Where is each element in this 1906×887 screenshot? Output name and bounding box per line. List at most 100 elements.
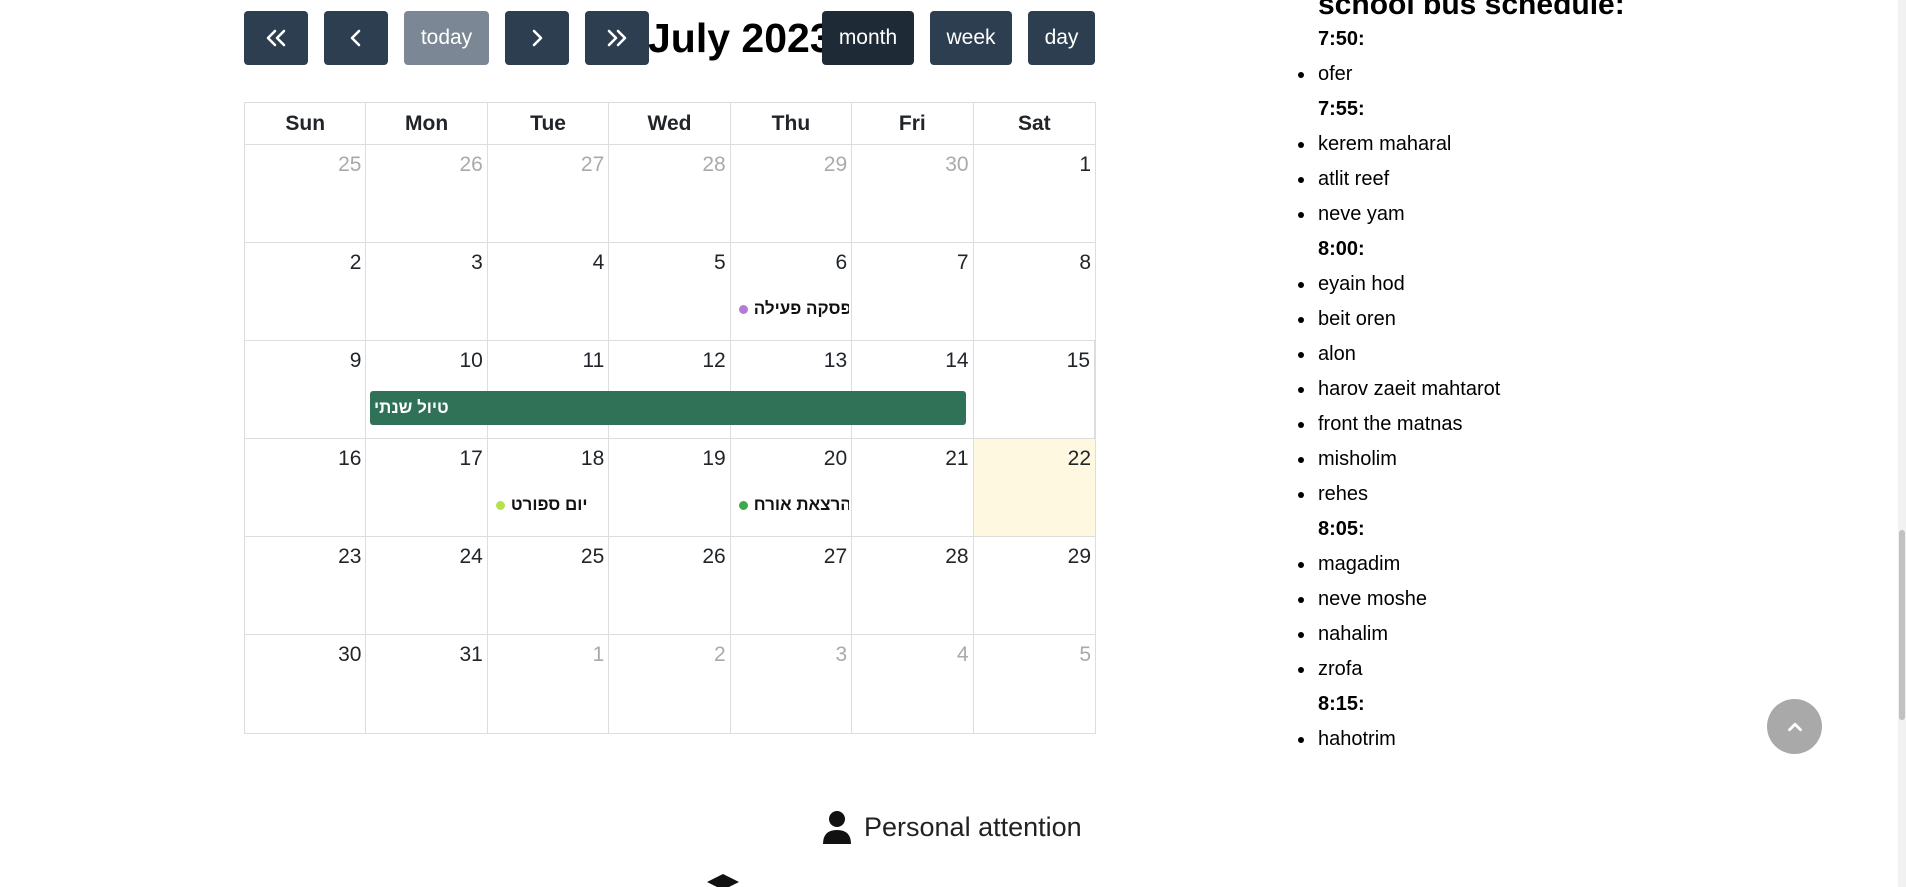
stop-item: beit oren [1298, 302, 1758, 337]
event-active-break[interactable]: הפסקה פעילה [738, 299, 849, 319]
day-cell[interactable]: 28 [609, 145, 731, 242]
day-cell[interactable]: 4 [852, 635, 974, 733]
day-number[interactable]: 16 [338, 447, 361, 471]
scrollbar-thumb[interactable] [1899, 530, 1905, 720]
month-view-button[interactable]: month [822, 11, 914, 65]
day-number[interactable]: 8 [1079, 251, 1091, 275]
day-number[interactable]: 4 [957, 643, 969, 667]
day-number[interactable]: 24 [459, 545, 482, 569]
day-number[interactable]: 19 [702, 447, 725, 471]
prev-button[interactable] [324, 11, 388, 65]
day-number[interactable]: 25 [338, 153, 361, 177]
day-number[interactable]: 4 [593, 251, 605, 275]
day-cell[interactable]: 25 [245, 145, 367, 242]
day-cell[interactable]: 25 [488, 537, 610, 634]
today-button[interactable]: today [404, 11, 489, 65]
day-number[interactable]: 22 [1068, 447, 1091, 471]
day-cell[interactable]: 18 יום ספורט [488, 439, 610, 536]
day-cell[interactable]: 6 הפסקה פעילה [731, 243, 853, 340]
day-number[interactable]: 2 [714, 643, 726, 667]
day-number[interactable]: 14 [945, 349, 968, 373]
week-row: 25 26 27 28 29 30 1 [245, 145, 1095, 243]
day-cell[interactable]: 26 [366, 145, 488, 242]
day-cell[interactable]: 24 [366, 537, 488, 634]
day-cell[interactable]: 1 [974, 145, 1095, 242]
day-cell[interactable]: 21 [852, 439, 974, 536]
time-slot: 8:05: [1318, 518, 1365, 540]
day-number[interactable]: 10 [459, 349, 482, 373]
month-calendar: Sun Mon Tue Wed Thu Fri Sat 25 26 27 28 … [244, 102, 1096, 734]
day-cell[interactable]: 1 [488, 635, 610, 733]
day-number[interactable]: 25 [581, 545, 604, 569]
day-cell[interactable]: 17 [366, 439, 488, 536]
day-number[interactable]: 1 [593, 643, 605, 667]
day-cell[interactable]: 31 [366, 635, 488, 733]
day-cell[interactable]: 7 [852, 243, 974, 340]
day-number[interactable]: 9 [350, 349, 362, 373]
day-cell[interactable]: 4 [488, 243, 610, 340]
day-cell[interactable]: 20 הרצאת אורח [731, 439, 853, 536]
day-number[interactable]: 28 [702, 153, 725, 177]
day-number[interactable]: 5 [1079, 643, 1091, 667]
day-number[interactable]: 13 [824, 349, 847, 373]
double-chevron-left-icon [266, 29, 286, 47]
day-cell[interactable]: 5 [609, 243, 731, 340]
day-number[interactable]: 30 [945, 153, 968, 177]
day-number[interactable]: 7 [957, 251, 969, 275]
event-sports-day[interactable]: יום ספורט [495, 495, 587, 515]
next-button[interactable] [505, 11, 569, 65]
event-guest-lecture[interactable]: הרצאת אורח [738, 495, 849, 515]
day-cell[interactable]: 29 [731, 145, 853, 242]
prev-year-button[interactable] [244, 11, 308, 65]
day-cell[interactable]: 23 [245, 537, 367, 634]
day-number[interactable]: 23 [338, 545, 361, 569]
day-number[interactable]: 29 [824, 153, 847, 177]
day-number[interactable]: 26 [702, 545, 725, 569]
day-cell[interactable]: 30 [245, 635, 367, 733]
day-number[interactable]: 27 [581, 153, 604, 177]
day-number[interactable]: 21 [945, 447, 968, 471]
day-cell[interactable]: 19 [609, 439, 731, 536]
day-number[interactable]: 6 [835, 251, 847, 275]
day-cell[interactable]: 28 [852, 537, 974, 634]
day-number[interactable]: 20 [824, 447, 847, 471]
day-number[interactable]: 3 [471, 251, 483, 275]
day-number[interactable]: 30 [338, 643, 361, 667]
day-view-button[interactable]: day [1028, 11, 1095, 65]
day-cell[interactable]: 27 [731, 537, 853, 634]
day-number[interactable]: 31 [459, 643, 482, 667]
day-cell[interactable]: 15 [974, 341, 1095, 438]
day-cell[interactable]: 5 [974, 635, 1095, 733]
day-number[interactable]: 29 [1068, 545, 1091, 569]
day-number[interactable]: 28 [945, 545, 968, 569]
day-number[interactable]: 18 [581, 447, 604, 471]
scroll-to-top-button[interactable] [1767, 699, 1822, 754]
day-number[interactable]: 3 [835, 643, 847, 667]
week-view-button[interactable]: week [930, 11, 1012, 65]
day-cell[interactable]: 2 [245, 243, 367, 340]
day-number[interactable]: 26 [459, 153, 482, 177]
day-cell[interactable]: 9 [245, 341, 367, 438]
day-number[interactable]: 15 [1067, 349, 1090, 373]
next-year-button[interactable] [585, 11, 649, 65]
day-cell[interactable]: 8 [974, 243, 1095, 340]
day-cell[interactable]: 16 [245, 439, 367, 536]
day-number[interactable]: 2 [350, 251, 362, 275]
day-cell[interactable]: 30 [852, 145, 974, 242]
day-number[interactable]: 1 [1079, 153, 1091, 177]
event-annual-trip[interactable]: טיול שנתי [370, 391, 966, 425]
day-cell[interactable]: 29 [974, 537, 1095, 634]
day-number[interactable]: 12 [702, 349, 725, 373]
day-cell[interactable]: 27 [488, 145, 610, 242]
day-number[interactable]: 27 [824, 545, 847, 569]
today-cell[interactable]: 22 [973, 439, 1095, 536]
day-number[interactable]: 5 [714, 251, 726, 275]
weekday-mon: Mon [366, 103, 488, 144]
day-cell[interactable]: 26 [609, 537, 731, 634]
day-number[interactable]: 11 [582, 349, 604, 373]
page-scrollbar[interactable] [1898, 0, 1906, 887]
day-cell[interactable]: 2 [609, 635, 731, 733]
day-number[interactable]: 17 [459, 447, 482, 471]
day-cell[interactable]: 3 [366, 243, 488, 340]
day-cell[interactable]: 3 [731, 635, 853, 733]
